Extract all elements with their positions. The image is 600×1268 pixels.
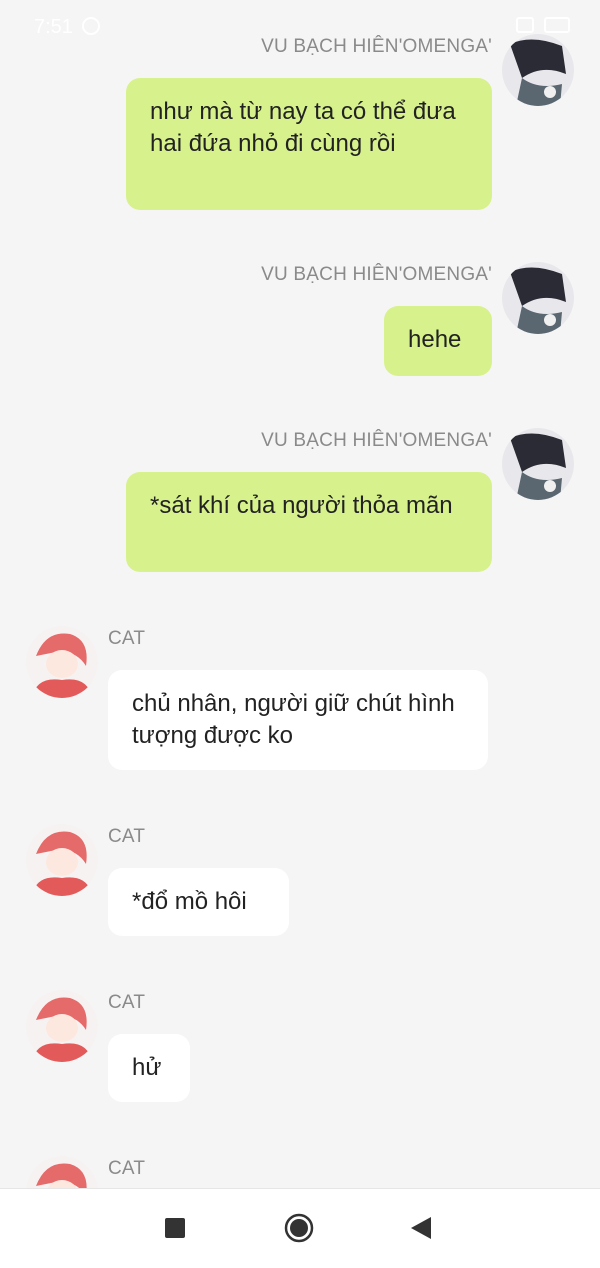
message-bubble[interactable]: *đổ mồ hôi — [108, 868, 289, 936]
status-time: 7:51 — [34, 16, 73, 38]
message-bubble[interactable]: như mà từ nay ta có thể đưa hai đứa nhỏ … — [126, 78, 492, 210]
status-icons — [516, 17, 570, 33]
notification-icon — [82, 17, 100, 35]
avatar-cat[interactable] — [26, 1156, 98, 1190]
battery-icon — [544, 17, 570, 33]
status-bar: 7:51 — [0, 0, 600, 56]
sender-name: VU BẠCH HIÊN'OMENGA' — [261, 430, 492, 451]
message-bubble[interactable]: *sát khí của người thỏa mãn — [126, 472, 492, 572]
avatar-omenga[interactable] — [502, 262, 574, 334]
sender-name: CAT — [108, 826, 146, 847]
chat-thread[interactable]: VU BẠCH HIÊN'OMENGA' như mà từ nay ta có… — [0, 0, 600, 1190]
avatar-cat[interactable] — [26, 990, 98, 1062]
sender-name: CAT — [108, 628, 146, 649]
avatar-cat[interactable] — [26, 626, 98, 698]
system-navbar — [0, 1188, 600, 1268]
home-circle-icon[interactable] — [284, 1213, 314, 1248]
wifi-icon — [516, 17, 534, 33]
sender-name: CAT — [108, 1158, 146, 1179]
message-bubble[interactable]: chủ nhân, người giữ chút hình tượng được… — [108, 670, 488, 770]
message-bubble[interactable]: hehe — [384, 306, 492, 376]
avatar-omenga[interactable] — [502, 428, 574, 500]
message-bubble[interactable]: hử — [108, 1034, 190, 1102]
stop-square-icon[interactable] — [164, 1217, 186, 1244]
back-triangle-icon[interactable] — [410, 1216, 432, 1245]
sender-name: CAT — [108, 992, 146, 1013]
avatar-cat[interactable] — [26, 824, 98, 896]
sender-name: VU BẠCH HIÊN'OMENGA' — [261, 264, 492, 285]
